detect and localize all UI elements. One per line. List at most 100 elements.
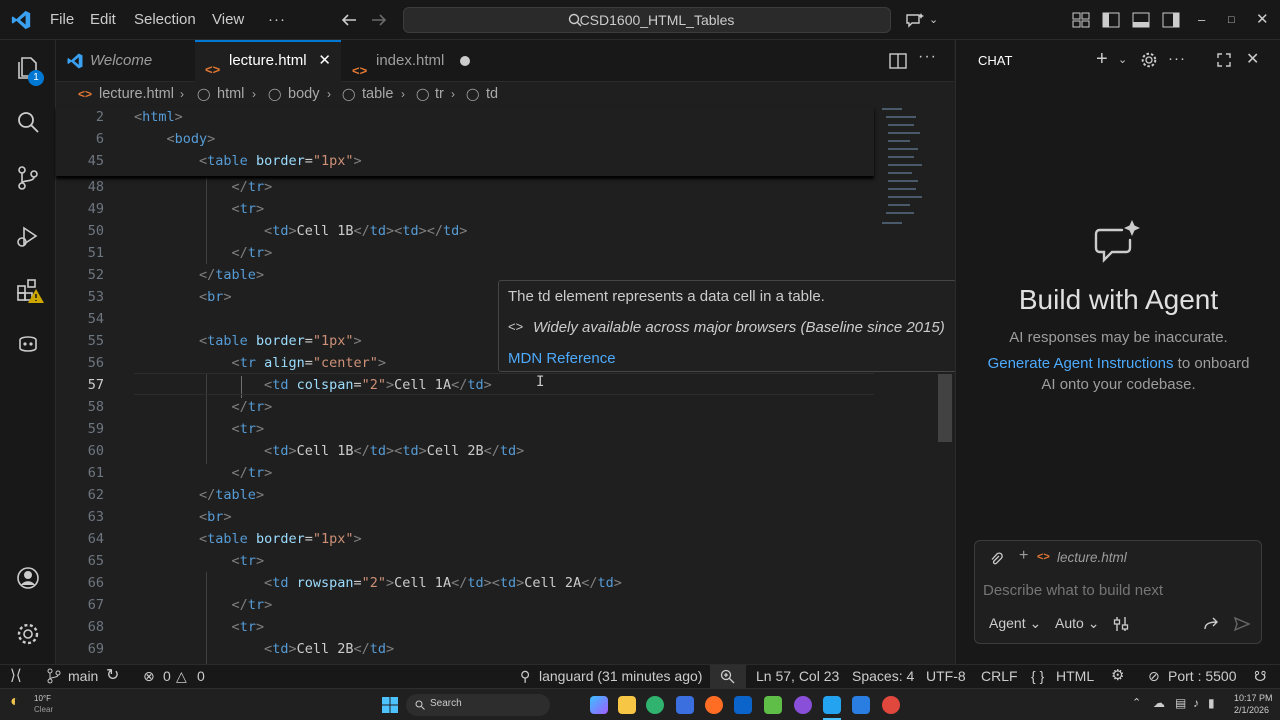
- line-number[interactable]: 68: [56, 616, 104, 638]
- cloud-icon[interactable]: ☁: [1153, 696, 1165, 710]
- code-line[interactable]: 60 <td>Cell 1B</td><td>Cell 2B</td>: [56, 440, 876, 462]
- chrome-icon[interactable]: [882, 696, 900, 714]
- code-text[interactable]: </tr>: [134, 396, 273, 418]
- tray-overflow-icon[interactable]: ⌃: [1132, 696, 1141, 709]
- model-selector[interactable]: Auto ⌄: [1055, 615, 1099, 632]
- cursor-position[interactable]: Ln 57, Col 23: [756, 665, 839, 687]
- code-text[interactable]: </table>: [134, 484, 264, 506]
- edge-browser-icon[interactable]: [646, 696, 664, 714]
- toggle-sidebar-icon[interactable]: [1100, 9, 1122, 31]
- close-tab-icon[interactable]: ✕: [318, 42, 331, 80]
- code-line[interactable]: 65 <tr>: [56, 550, 876, 572]
- source-control-icon[interactable]: [14, 164, 42, 192]
- line-number[interactable]: 56: [56, 352, 104, 374]
- line-number[interactable]: 65: [56, 550, 104, 572]
- firefox-icon[interactable]: [705, 696, 723, 714]
- code-text[interactable]: <td rowspan="2">Cell 1A</td><td>Cell 2A<…: [134, 572, 622, 594]
- code-text[interactable]: <tr>: [134, 198, 265, 220]
- code-text[interactable]: <tr>: [134, 550, 265, 572]
- outlook-icon[interactable]: [734, 696, 752, 714]
- code-line[interactable]: 66 <td rowspan="2">Cell 1A</td><td>Cell …: [56, 572, 876, 594]
- code-text[interactable]: </tr>: [134, 242, 273, 264]
- tools-icon[interactable]: [1113, 615, 1129, 633]
- more-actions-icon[interactable]: ···: [1168, 50, 1186, 67]
- code-line[interactable]: 61 </tr>: [56, 462, 876, 484]
- close-window-icon[interactable]: ✕: [1256, 0, 1269, 40]
- warning-count[interactable]: 0: [197, 665, 205, 687]
- maximize-icon[interactable]: [1216, 52, 1232, 68]
- unsaved-dot-icon[interactable]: [460, 56, 470, 66]
- minimize-window-icon[interactable]: –: [1198, 0, 1205, 40]
- line-ending[interactable]: CRLF: [981, 665, 1018, 687]
- git-blame[interactable]: languard (31 minutes ago): [539, 665, 702, 687]
- code-line[interactable]: 57 <td colspan="2">Cell 1A</td>: [56, 374, 876, 396]
- code-text[interactable]: </tr>: [134, 462, 273, 484]
- encoding[interactable]: UTF-8: [926, 665, 966, 687]
- sticky-scroll[interactable]: 2 <html> 6 <body> 45 <table border="1px">: [56, 106, 874, 176]
- copilot-chat-icon[interactable]: [904, 9, 926, 31]
- code-line[interactable]: 59 <tr>: [56, 418, 876, 440]
- code-text[interactable]: <br>: [134, 506, 232, 528]
- breadcrumb-body[interactable]: body: [288, 82, 319, 106]
- menu-selection[interactable]: Selection: [134, 0, 196, 40]
- command-center-search[interactable]: CSD1600_HTML_Tables: [403, 7, 891, 33]
- new-chat-icon[interactable]: +: [1096, 48, 1108, 71]
- clock-date[interactable]: 2/1/2026: [1234, 705, 1269, 715]
- copilot-status-icon[interactable]: ⚙: [1111, 665, 1124, 687]
- line-number[interactable]: 49: [56, 198, 104, 220]
- breadcrumb-tr[interactable]: tr: [435, 82, 444, 106]
- code-line[interactable]: 67 </tr>: [56, 594, 876, 616]
- toggle-secondary-sidebar-icon[interactable]: [1160, 9, 1182, 31]
- line-number[interactable]: 55: [56, 330, 104, 352]
- line-number[interactable]: 51: [56, 242, 104, 264]
- remote-icon[interactable]: ⟩⟨: [10, 665, 22, 687]
- zoom-button[interactable]: [710, 665, 746, 688]
- branch-name[interactable]: main: [68, 665, 98, 687]
- breadcrumb-td[interactable]: td: [486, 82, 498, 106]
- line-number[interactable]: 67: [56, 594, 104, 616]
- code-line[interactable]: 64 <table border="1px">: [56, 528, 876, 550]
- line-number[interactable]: 6: [56, 128, 104, 150]
- editor-scrollbar[interactable]: [938, 374, 952, 442]
- menu-view[interactable]: View: [212, 0, 244, 40]
- code-line[interactable]: 58 </tr>: [56, 396, 876, 418]
- generate-instructions-link[interactable]: Generate Agent Instructions: [988, 355, 1174, 372]
- minimap[interactable]: [876, 106, 936, 236]
- error-count[interactable]: 0: [163, 665, 171, 687]
- attach-icon[interactable]: [989, 551, 1003, 567]
- code-text[interactable]: <table border="1px">: [134, 150, 362, 172]
- account-icon[interactable]: [14, 564, 42, 592]
- context-file-chip[interactable]: lecture.html: [1057, 550, 1127, 565]
- line-number[interactable]: 60: [56, 440, 104, 462]
- notepad-icon[interactable]: [764, 696, 782, 714]
- line-number[interactable]: 66: [56, 572, 104, 594]
- mdn-reference-link[interactable]: MDN Reference: [508, 350, 616, 367]
- chat-input[interactable]: [983, 579, 1253, 601]
- indentation[interactable]: Spaces: 4: [852, 665, 914, 687]
- customize-layout-icon[interactable]: [1070, 9, 1092, 31]
- line-number[interactable]: 45: [56, 150, 104, 172]
- close-icon[interactable]: ✕: [1246, 49, 1259, 69]
- code-text[interactable]: <td>Cell 2B</td>: [134, 638, 394, 660]
- code-text[interactable]: <tr>: [134, 418, 265, 440]
- run-debug-icon[interactable]: [14, 222, 42, 250]
- line-number[interactable]: 59: [56, 418, 104, 440]
- delegate-icon[interactable]: [1203, 616, 1221, 632]
- code-line[interactable]: 68 <tr>: [56, 616, 876, 638]
- mode-selector[interactable]: Agent ⌄: [989, 615, 1041, 632]
- maximize-window-icon[interactable]: □: [1228, 0, 1235, 40]
- language-mode[interactable]: HTML: [1056, 665, 1094, 687]
- code-line[interactable]: 62 </table>: [56, 484, 876, 506]
- code-line[interactable]: 63 <br>: [56, 506, 876, 528]
- code-text[interactable]: <html>: [134, 106, 183, 128]
- tab-index-html[interactable]: <> index.html: [342, 40, 480, 82]
- code-editor[interactable]: 48 </tr> 49 <tr> 50 <td>Cell 1B</td><td></…: [56, 106, 954, 664]
- line-number[interactable]: 62: [56, 484, 104, 506]
- code-line[interactable]: 51 </tr>: [56, 242, 876, 264]
- code-text[interactable]: </table>: [134, 264, 264, 286]
- line-number[interactable]: 53: [56, 286, 104, 308]
- code-line[interactable]: 69 <td>Cell 2B</td>: [56, 638, 876, 660]
- line-number[interactable]: 57: [56, 374, 104, 396]
- send-icon[interactable]: [1233, 616, 1251, 632]
- code-text[interactable]: <td>Cell 1B</td><td>Cell 2B</td>: [134, 440, 524, 462]
